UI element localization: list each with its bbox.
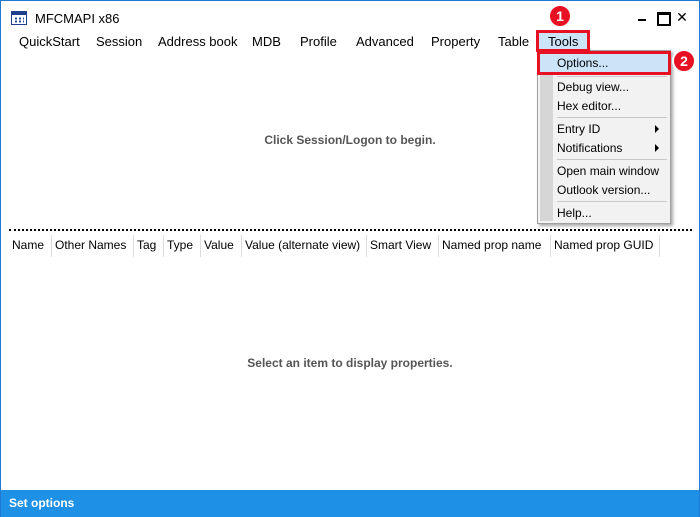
menu-item-help[interactable]: Help... xyxy=(557,206,592,220)
menu-separator xyxy=(557,76,667,77)
submenu-arrow-icon xyxy=(655,144,659,152)
status-text: Set options xyxy=(9,496,75,510)
column-value[interactable]: Value xyxy=(201,235,242,257)
menu-quickstart[interactable]: QuickStart xyxy=(19,34,80,49)
menu-separator xyxy=(557,159,667,160)
column-type[interactable]: Type xyxy=(164,235,201,257)
menu-property[interactable]: Property xyxy=(431,34,480,49)
menu-item-debug-view[interactable]: Debug view... xyxy=(557,80,629,94)
pane-splitter[interactable] xyxy=(9,229,692,231)
menu-item-entry-id[interactable]: Entry ID xyxy=(557,122,600,136)
column-smart-view[interactable]: Smart View xyxy=(367,235,439,257)
annotation-badge-2: 2 xyxy=(672,49,696,73)
menu-item-notifications[interactable]: Notifications xyxy=(557,141,622,155)
annotation-box-options xyxy=(537,51,671,75)
menu-gutter xyxy=(540,53,553,221)
menu-item-outlook-version[interactable]: Outlook version... xyxy=(557,183,650,197)
app-icon xyxy=(11,11,27,25)
annotation-badge-1: 1 xyxy=(548,4,572,28)
status-bar: Set options xyxy=(1,490,699,517)
menu-separator xyxy=(557,117,667,118)
menu-advanced[interactable]: Advanced xyxy=(356,34,414,49)
maximize-icon[interactable] xyxy=(655,10,671,26)
main-window: MFCMAPI x86 ✕ QuickStart Session Address… xyxy=(0,0,700,517)
column-name[interactable]: Name xyxy=(9,235,52,257)
close-icon[interactable]: ✕ xyxy=(675,10,689,24)
menu-profile[interactable]: Profile xyxy=(300,34,337,49)
menu-item-hex-editor[interactable]: Hex editor... xyxy=(557,99,621,113)
menu-address-book[interactable]: Address book xyxy=(158,34,238,49)
menu-session[interactable]: Session xyxy=(96,34,142,49)
menu-separator xyxy=(557,201,667,202)
column-tag[interactable]: Tag xyxy=(134,235,164,257)
title-bar[interactable]: MFCMAPI x86 ✕ xyxy=(1,1,699,31)
annotation-box-tools xyxy=(536,30,590,52)
minimize-icon[interactable] xyxy=(635,10,649,24)
submenu-arrow-icon xyxy=(655,125,659,133)
column-named-prop-name[interactable]: Named prop name xyxy=(439,235,551,257)
column-value-alternate[interactable]: Value (alternate view) xyxy=(242,235,367,257)
tools-dropdown-menu: Options... Debug view... Hex editor... E… xyxy=(537,50,671,224)
column-named-prop-guid[interactable]: Named prop GUID xyxy=(551,235,660,257)
menu-table[interactable]: Table xyxy=(498,34,529,49)
menu-item-open-main-window[interactable]: Open main window xyxy=(557,164,659,178)
bottom-pane-message: Select an item to display properties. xyxy=(247,356,453,370)
menu-mdb[interactable]: MDB xyxy=(252,34,281,49)
column-other-names[interactable]: Other Names xyxy=(52,235,134,257)
menu-bar: QuickStart Session Address book MDB Prof… xyxy=(1,32,699,52)
window-title: MFCMAPI x86 xyxy=(35,11,120,26)
